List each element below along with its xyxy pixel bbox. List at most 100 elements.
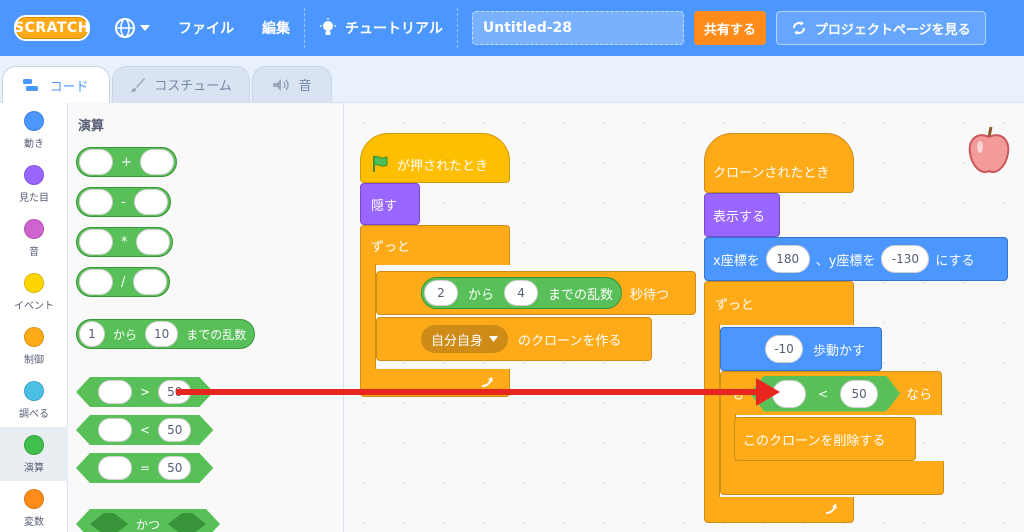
- move-steps-label: 歩動かす: [813, 343, 866, 359]
- operator-label: /: [121, 274, 126, 290]
- forever-block[interactable]: ずっと: [704, 281, 854, 325]
- random-reporter[interactable]: 2 から 4 までの乱数: [421, 277, 623, 309]
- if-suffix-label: なら: [906, 388, 933, 403]
- hide-label: 隠す: [371, 198, 398, 214]
- forever-block[interactable]: ずっと: [360, 225, 510, 265]
- see-project-page-button[interactable]: プロジェクトページを見る: [775, 11, 986, 45]
- category-sensing[interactable]: 調べる: [0, 373, 68, 427]
- category-operators[interactable]: 演算: [0, 427, 68, 481]
- code-icon: [23, 79, 39, 91]
- category-control[interactable]: 制御: [0, 319, 68, 373]
- divide-block[interactable]: /: [76, 267, 171, 297]
- loop-arrow-icon: [825, 503, 837, 514]
- and-block[interactable]: かつ: [76, 509, 220, 532]
- operator-label: <: [140, 423, 151, 437]
- random-block[interactable]: 1 から 10 までの乱数: [76, 319, 256, 349]
- input-slot[interactable]: [79, 269, 113, 295]
- random-from-label: から: [468, 287, 495, 303]
- script-workspace[interactable]: が押されたとき 隠す ずっと 2 から 4 までの乱数 秒待つ 自分自身 のクロ…: [344, 102, 1024, 532]
- file-menu[interactable]: ファイル: [164, 0, 248, 56]
- when-flag-clicked-block[interactable]: が押されたとき: [360, 133, 510, 183]
- category-events[interactable]: イベント: [0, 265, 68, 319]
- less-than-block[interactable]: <50: [76, 415, 213, 445]
- tab-sounds[interactable]: 音: [252, 66, 332, 102]
- input-slot[interactable]: [98, 380, 132, 404]
- category-looks[interactable]: 見た目: [0, 157, 68, 211]
- category-motion[interactable]: 動き: [0, 103, 68, 157]
- boolean-slot[interactable]: [168, 513, 206, 532]
- category-sound[interactable]: 音: [0, 211, 68, 265]
- tab-code[interactable]: コード: [2, 66, 110, 103]
- operator-label: =: [140, 461, 151, 475]
- tab-sounds-label: 音: [298, 79, 312, 94]
- hide-block[interactable]: 隠す: [360, 183, 420, 225]
- input-slot[interactable]: [79, 149, 113, 175]
- caret-down-icon: [489, 336, 499, 342]
- boolean-slot[interactable]: [90, 513, 128, 532]
- random-from-input[interactable]: 1: [79, 321, 105, 347]
- menu-divider: [456, 8, 458, 48]
- input-slot[interactable]: [135, 229, 170, 255]
- category-dot: [24, 434, 44, 455]
- category-variables[interactable]: 変数: [0, 481, 68, 532]
- random-from-label: から: [113, 327, 138, 342]
- input-slot[interactable]: [139, 149, 174, 175]
- category-dot: [24, 218, 44, 239]
- move-steps-input[interactable]: -10: [765, 335, 803, 363]
- loop-arrow-icon: [481, 376, 493, 387]
- share-button[interactable]: 共有する: [693, 11, 766, 45]
- condition-value-input[interactable]: 50: [840, 380, 878, 408]
- add-block[interactable]: +: [76, 147, 177, 177]
- multiply-block[interactable]: *: [76, 227, 173, 257]
- brush-icon: [131, 77, 146, 92]
- language-menu[interactable]: [100, 0, 164, 56]
- when-cloned-hat-block[interactable]: クローンされたとき: [704, 133, 854, 193]
- input-slot[interactable]: [133, 189, 168, 215]
- goto-x-input[interactable]: 180: [765, 245, 810, 273]
- delete-clone-label: このクローンを削除する: [743, 433, 886, 449]
- clone-target-dropdown[interactable]: 自分自身: [421, 325, 509, 353]
- wait-seconds-block[interactable]: 2 から 4 までの乱数 秒待つ: [376, 271, 696, 315]
- apple-sprite-icon[interactable]: [966, 123, 1012, 177]
- compare-value-input[interactable]: 50: [158, 456, 191, 480]
- equals-block[interactable]: = 50: [76, 453, 213, 483]
- input-slot[interactable]: [98, 418, 132, 442]
- random-to-label: までの乱数: [548, 287, 614, 303]
- scratch-logo[interactable]: SCRATCH: [14, 15, 90, 41]
- category-dot: [24, 272, 44, 293]
- operator-label: *: [121, 234, 128, 250]
- show-block[interactable]: 表示する: [704, 193, 780, 237]
- random-to-label: までの乱数: [186, 327, 247, 342]
- subtract-block[interactable]: -: [76, 187, 171, 217]
- input-slot[interactable]: [79, 189, 113, 215]
- goto-suffix-label: にする: [935, 253, 975, 269]
- tab-costumes[interactable]: コスチューム: [112, 66, 250, 102]
- category-label: 見た目: [19, 192, 49, 204]
- create-clone-block[interactable]: 自分自身 のクローンを作る: [376, 317, 652, 361]
- random-to-input[interactable]: 10: [145, 321, 179, 347]
- move-steps-block[interactable]: -10 歩動かす: [720, 327, 882, 371]
- operator-label: -: [121, 194, 126, 210]
- tutorial-menu[interactable]: チュートリアル: [305, 0, 457, 56]
- goto-y-input[interactable]: -130: [881, 245, 930, 273]
- tab-costumes-label: コスチューム: [154, 79, 232, 94]
- category-label: 変数: [24, 516, 44, 528]
- compare-value-input[interactable]: 50: [158, 418, 191, 442]
- random-from-input[interactable]: 2: [424, 280, 458, 306]
- block-palette: 演算 + - * / 1 から 10 までの乱数 >50 <50 = 50 かつ: [68, 102, 344, 532]
- category-label: イベント: [14, 300, 54, 312]
- go-to-xy-block[interactable]: x座標を 180 、y座標を -130 にする: [704, 237, 1008, 281]
- input-slot[interactable]: [79, 229, 113, 255]
- hat-label: が押されたとき: [397, 158, 489, 174]
- project-page-icon: [792, 21, 805, 35]
- speaker-icon: [273, 78, 290, 91]
- hat-label: クローンされたとき: [713, 165, 830, 181]
- input-slot[interactable]: [98, 456, 132, 480]
- random-to-input[interactable]: 4: [504, 280, 539, 306]
- edit-menu[interactable]: 編集: [248, 0, 304, 56]
- project-title-input[interactable]: [471, 11, 684, 45]
- category-dot: [24, 380, 44, 401]
- input-slot[interactable]: [133, 269, 168, 295]
- delete-clone-block[interactable]: このクローンを削除する: [734, 417, 916, 461]
- category-label: 動き: [24, 138, 44, 150]
